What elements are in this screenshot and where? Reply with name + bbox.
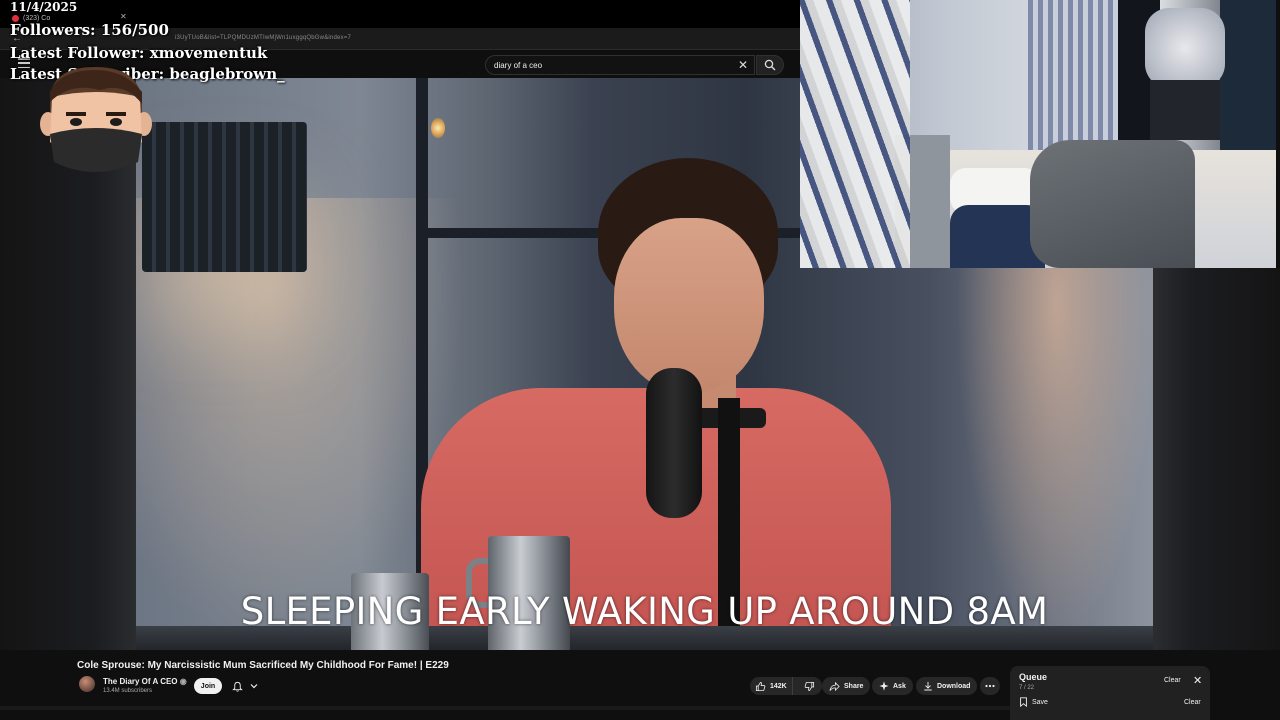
join-button[interactable]: Join [194, 678, 222, 694]
queue-panel: Queue 7 / 22 Clear ✕ Save Clear [1010, 666, 1210, 720]
video-caption: SLEEPING EARLY WAKING UP AROUND 8AM [240, 590, 1049, 633]
share-button[interactable]: Share [822, 677, 871, 695]
stream-followers: Followers: 156/500 [10, 21, 169, 39]
more-icon [985, 684, 995, 688]
thumbs-down-icon [804, 681, 814, 691]
webcam-grey-blanket [1030, 140, 1195, 268]
url-text[interactable]: i3UyTUoB&list=TLPQMDUzMTIwMjWn1uxggqQbGw… [175, 35, 351, 41]
channel-name[interactable]: The Diary Of A CEO ◉ [103, 677, 187, 686]
webcam-feed [800, 0, 1276, 268]
share-icon [829, 681, 840, 691]
video-title: Cole Sprouse: My Narcissistic Mum Sacrif… [77, 660, 449, 671]
close-icon[interactable]: ✕ [738, 58, 748, 72]
queue-save-label: Save [1032, 698, 1048, 706]
thumbs-up-icon [755, 681, 766, 691]
queue-title: Queue [1019, 672, 1048, 682]
like-count: 142K [770, 682, 787, 690]
streamer-avatar [40, 67, 152, 172]
queue-count: 7 / 22 [1019, 685, 1035, 691]
search-icon [764, 59, 776, 71]
download-label: Download [937, 682, 971, 690]
stream-latest-follower: Latest Follower: xmovementuk [10, 44, 268, 62]
search-input[interactable]: diary of a ceo ✕ [485, 55, 755, 75]
chevron-down-icon [250, 684, 258, 689]
like-button[interactable]: 142K [750, 677, 793, 695]
ask-label: Ask [893, 682, 906, 690]
queue-clear-button[interactable]: Clear [1164, 677, 1181, 684]
queue-clear-button-secondary[interactable]: Clear [1184, 699, 1201, 706]
share-label: Share [844, 682, 864, 690]
download-button[interactable]: Download [916, 677, 978, 695]
search-button[interactable] [756, 55, 784, 75]
bell-icon [232, 681, 243, 692]
close-icon[interactable]: ✕ [1193, 674, 1202, 687]
queue-save-button[interactable]: Save [1019, 697, 1048, 707]
channel-avatar[interactable] [79, 676, 95, 692]
more-actions-button[interactable] [980, 677, 1000, 695]
like-dislike-group: 142K [750, 677, 822, 695]
guest-face [614, 218, 764, 393]
microphone [646, 368, 702, 518]
notifications-button[interactable] [228, 678, 262, 694]
light-bulb [431, 118, 445, 138]
webcam-shelf [1150, 80, 1220, 140]
stream-date: 11/4/2025 [10, 0, 78, 14]
ask-button[interactable]: Ask [872, 677, 913, 695]
search-query[interactable]: diary of a ceo [494, 61, 542, 70]
channel-subscribers: 13.4M subscribers [103, 688, 153, 694]
tab-close-icon[interactable]: ✕ [120, 12, 127, 21]
download-icon [924, 681, 932, 691]
webcam-clothes-pile [1145, 8, 1225, 88]
dislike-button[interactable] [797, 681, 822, 692]
page-scroll-strip [0, 706, 1010, 710]
channel-name-text[interactable]: The Diary Of A CEO [103, 677, 178, 686]
webcam-patterned-curtain [800, 0, 910, 268]
verified-icon: ◉ [179, 677, 187, 686]
right-background [1153, 268, 1280, 650]
bookmark-icon [1020, 697, 1027, 707]
wall-sconce [142, 122, 307, 272]
sparkle-icon [879, 681, 889, 691]
